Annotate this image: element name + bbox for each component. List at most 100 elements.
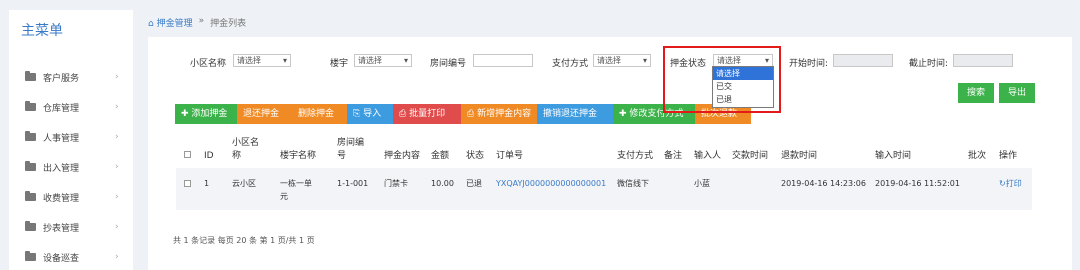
sidebar-item-label: 出入管理 (43, 163, 80, 174)
cell-order-link[interactable]: YXQAYJ0000000000000001 (496, 177, 606, 190)
export-button[interactable]: 导出 (999, 83, 1035, 103)
start-time-input[interactable] (833, 54, 893, 67)
col-header-note: 备注 (664, 151, 683, 161)
sidebar-item-hr[interactable]: 人事管理 › (9, 127, 133, 147)
cell-amount: 10.00 (431, 179, 454, 188)
new-deposit-content-label: 新增押金内容 (477, 109, 532, 119)
col-header-amount: 金额 (431, 151, 450, 161)
cell-status: 已退 (466, 179, 482, 188)
building-select-value: 请选择 (358, 56, 382, 65)
folder-icon (25, 131, 36, 141)
community-label: 小区名称 (190, 59, 227, 69)
chevron-right-icon: › (115, 72, 119, 82)
sidebar-item-label: 收费管理 (43, 193, 80, 204)
refresh-icon: ↻ (999, 179, 1006, 188)
caret-down-icon: ▾ (403, 56, 408, 65)
community-select-value: 请选择 (237, 56, 261, 65)
pay-method-select[interactable]: 请选择 ▾ (593, 54, 651, 67)
highlight-box (663, 46, 781, 113)
caret-down-icon: ▾ (642, 56, 647, 65)
folder-icon (25, 71, 36, 81)
col-header-pay-time: 交款时间 (732, 151, 769, 161)
pagination-summary: 共 1 条记录 每页 20 条 第 1 页/共 1 页 (173, 236, 315, 245)
print-row-button[interactable]: ↻打印 (999, 177, 1022, 190)
cell-id: 1 (204, 179, 210, 188)
cell-building: 一栋一单元 (280, 179, 312, 201)
search-button[interactable]: 搜索 (958, 83, 994, 103)
sidebar-item-label: 设备巡查 (43, 253, 80, 264)
sidebar-item-meter[interactable]: 抄表管理 › (9, 217, 133, 237)
pay-method-label: 支付方式 (552, 59, 589, 69)
sidebar: 主菜单 客户服务 › 仓库管理 › 人事管理 › 出入管理 › 收费管理 › 抄… (9, 10, 133, 270)
pay-method-select-value: 请选择 (597, 56, 621, 65)
refund-deposit-button[interactable]: 退还押金 (237, 104, 292, 124)
chevron-right-icon: › (115, 102, 119, 112)
print-row-label: 打印 (1005, 179, 1022, 188)
col-header-refund-time: 退款时间 (781, 151, 818, 161)
import-button-label: 导入 (363, 109, 382, 119)
sidebar-item-warehouse[interactable]: 仓库管理 › (9, 97, 133, 117)
folder-icon (25, 101, 36, 111)
batch-print-button[interactable]: ⎙ 批量打印 (393, 104, 461, 124)
folder-icon (25, 251, 36, 261)
room-label: 房间编号 (430, 59, 467, 69)
cell-room: 1-1-001 (337, 179, 369, 188)
cell-refund-time: 2019-04-16 14:23:06 (781, 179, 866, 188)
col-header-building: 楼宇名称 (280, 151, 317, 161)
delete-deposit-button[interactable]: 删除押金 (292, 104, 347, 124)
caret-down-icon: ▾ (282, 56, 287, 65)
folder-icon (25, 191, 36, 201)
breadcrumb-separator: » (198, 16, 205, 26)
cell-community: 云小区 (232, 179, 256, 188)
col-header-room: 房间编号 (337, 138, 365, 161)
cell-pay-method: 微信线下 (617, 179, 649, 188)
sidebar-item-label: 人事管理 (43, 133, 80, 144)
sidebar-title: 主菜单 (21, 23, 63, 39)
batch-print-label: 批量打印 (409, 109, 446, 119)
cell-content: 门禁卡 (384, 179, 408, 188)
end-time-label: 截止时间: (909, 59, 949, 69)
sidebar-item-label: 仓库管理 (43, 103, 80, 114)
start-time-label: 开始时间: (789, 59, 829, 69)
chevron-right-icon: › (115, 192, 119, 202)
community-select[interactable]: 请选择 ▾ (233, 54, 291, 67)
folder-icon (25, 221, 36, 231)
home-icon: ⌂ (148, 19, 154, 29)
sidebar-item-access[interactable]: 出入管理 › (9, 157, 133, 177)
breadcrumb: ⌂ 押金管理 » 押金列表 (148, 16, 246, 29)
cell-inputter: 小蓝 (694, 179, 710, 188)
chevron-right-icon: › (115, 162, 119, 172)
breadcrumb-home[interactable]: ⌂ 押金管理 (148, 16, 193, 29)
col-header-inputter: 输入人 (694, 151, 722, 161)
sidebar-item-label: 抄表管理 (43, 223, 80, 234)
end-time-input[interactable] (953, 54, 1013, 67)
building-select[interactable]: 请选择 ▾ (354, 54, 412, 67)
col-header-input-time: 输入时间 (875, 151, 912, 161)
print-icon: ⎙ (467, 109, 475, 119)
col-header-status: 状态 (466, 151, 485, 161)
sidebar-item-inspection[interactable]: 设备巡查 › (9, 247, 133, 267)
import-icon: ⎘ (353, 109, 361, 119)
breadcrumb-home-label: 押金管理 (156, 19, 193, 29)
select-all-checkbox[interactable] (184, 151, 191, 158)
row-checkbox[interactable] (184, 180, 191, 187)
col-header-content: 押金内容 (384, 151, 421, 161)
breadcrumb-current: 押金列表 (210, 19, 247, 29)
new-deposit-content-button[interactable]: ⎙ 新增押金内容 (461, 104, 537, 124)
col-header-batch: 批次 (968, 151, 987, 161)
col-header-pay-method: 支付方式 (617, 151, 654, 161)
chevron-right-icon: › (115, 222, 119, 232)
add-deposit-button[interactable]: ✚ 添加押金 (175, 104, 237, 124)
room-input[interactable] (473, 54, 533, 67)
cell-input-time: 2019-04-16 11:52:01 (875, 179, 960, 188)
col-header-id: ID (204, 151, 214, 161)
col-header-action: 操作 (999, 151, 1018, 161)
sidebar-item-label: 客户服务 (43, 73, 80, 84)
cancel-refund-button[interactable]: 撤销退还押金 (537, 104, 613, 124)
chevron-right-icon: › (115, 252, 119, 262)
building-label: 楼宇 (330, 59, 349, 69)
sidebar-item-customer-service[interactable]: 客户服务 › (9, 67, 133, 87)
import-button[interactable]: ⎘ 导入 (347, 104, 393, 124)
sidebar-item-billing[interactable]: 收费管理 › (9, 187, 133, 207)
print-icon: ⎙ (399, 109, 407, 119)
